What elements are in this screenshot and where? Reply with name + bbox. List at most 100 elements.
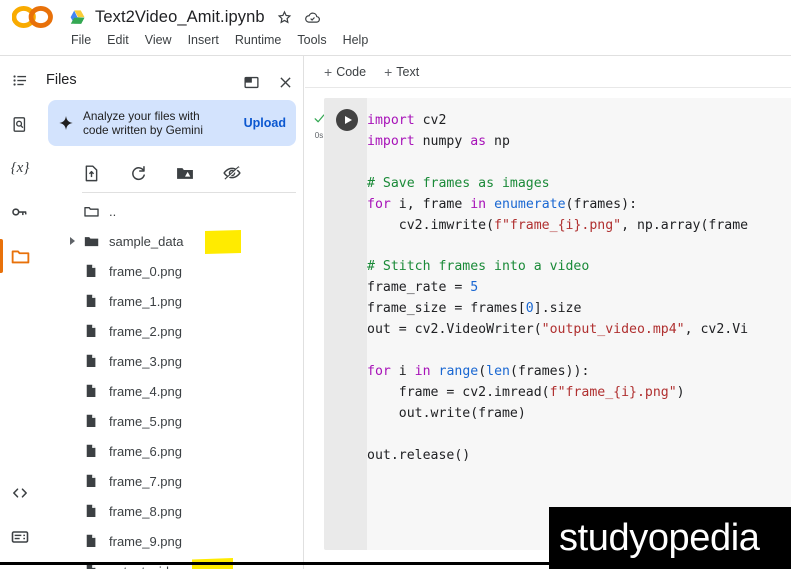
code-token: , cv2.Vi	[684, 322, 749, 338]
code-token: # Save frames as images	[367, 175, 550, 191]
code-token: for	[367, 363, 391, 379]
file-tree-item[interactable]: frame_9.png	[40, 526, 304, 556]
file-tree-item[interactable]: frame_1.png	[40, 286, 304, 316]
file-name-label: frame_4.png	[109, 383, 182, 399]
code-token: enumerate	[494, 196, 566, 212]
upload-link[interactable]: Upload	[244, 116, 286, 130]
gemini-analyze-banner[interactable]: Analyze your files with code written by …	[48, 100, 296, 146]
code-token: in	[414, 363, 431, 379]
file-tree-item[interactable]: frame_4.png	[40, 376, 304, 406]
open-in-new-window-icon[interactable]	[238, 69, 264, 95]
code-line: import numpy as np	[367, 132, 791, 153]
cell-gutter	[324, 98, 367, 550]
search-icon[interactable]	[0, 104, 40, 144]
gemini-banner-text: Analyze your files with code written by …	[83, 109, 238, 137]
files-header-actions	[238, 69, 298, 95]
code-token: , np.array(frame	[621, 217, 749, 233]
add-text-cell-button[interactable]: + Text	[378, 62, 425, 82]
file-tree: .. sample_data frame_0.png frame_1.pngframe…	[40, 196, 304, 569]
file-icon	[82, 532, 100, 550]
cloud-saved-icon[interactable]	[304, 9, 321, 26]
menu-help[interactable]: Help	[335, 30, 377, 50]
watermark-text: studyopedia	[559, 516, 760, 559]
hide-hidden-files-icon[interactable]	[221, 162, 243, 184]
run-cell-button[interactable]	[336, 109, 358, 131]
files-toolbar-divider	[82, 192, 296, 193]
file-tree-item[interactable]: frame_7.png	[40, 466, 304, 496]
mount-drive-icon[interactable]	[174, 162, 196, 184]
code-line: out.release()	[367, 446, 791, 467]
file-name-label: frame_2.png	[109, 323, 182, 339]
star-icon[interactable]	[276, 9, 293, 26]
notebook-title[interactable]: Text2Video_Amit.ipynb	[95, 8, 265, 27]
code-snippets-icon[interactable]	[0, 473, 40, 513]
code-token: cv2	[414, 113, 447, 128]
yellow-highlight-mark	[205, 230, 241, 254]
terminal-icon[interactable]	[0, 517, 40, 557]
file-icon	[82, 292, 100, 310]
file-icon	[82, 442, 100, 460]
plus-icon: +	[384, 63, 393, 80]
close-icon[interactable]	[272, 69, 298, 95]
file-tree-item[interactable]: frame_5.png	[40, 406, 304, 436]
folder-tree-item[interactable]: ..	[40, 196, 304, 226]
code-cell-wrapper: 0s import cv2 import numpy as np # Save f…	[314, 98, 791, 550]
file-tree-item[interactable]: frame_2.png	[40, 316, 304, 346]
title-row: Text2Video_Amit.ipynb	[11, 4, 321, 30]
sidebar-item-files[interactable]	[0, 236, 40, 276]
file-tree-item[interactable]: frame_3.png	[40, 346, 304, 376]
variables-icon[interactable]: {x}	[0, 148, 40, 188]
code-line: out.write(frame)	[367, 404, 791, 425]
folder-up-icon	[82, 202, 100, 220]
folder-tree-item[interactable]: sample_data	[40, 226, 304, 256]
colab-logo[interactable]	[11, 5, 54, 29]
refresh-icon[interactable]	[127, 162, 149, 184]
secrets-key-icon[interactable]	[0, 192, 40, 232]
code-token: "output_video.mp4"	[541, 322, 685, 338]
file-tree-item[interactable]: frame_6.png	[40, 436, 304, 466]
add-text-label: Text	[396, 64, 420, 79]
menu-insert[interactable]: Insert	[180, 30, 227, 50]
colab-window: Text2Video_Amit.ipynb File Edit View Ins…	[0, 0, 791, 569]
file-icon	[82, 502, 100, 520]
toc-icon[interactable]	[0, 60, 40, 100]
notebook-area: + Code + Text 0s import cv2 import numpy…	[305, 56, 791, 569]
code-token: out = cv2.VideoWriter(	[367, 322, 542, 338]
files-toolbar	[80, 156, 280, 190]
code-token: import	[367, 113, 415, 128]
file-tree-item[interactable]: frame_0.png	[40, 256, 304, 286]
code-token: frame = cv2.imread(	[367, 384, 550, 400]
code-token: for	[367, 196, 391, 212]
code-token: # Stitch frames into a video	[367, 259, 590, 275]
code-token: as	[470, 133, 487, 149]
file-icon	[82, 322, 100, 340]
code-token: numpy	[414, 133, 471, 149]
code-line: import cv2	[367, 111, 791, 132]
code-token: f"frame_{i}.png"	[494, 217, 622, 233]
code-line: # Stitch frames into a video	[367, 257, 791, 278]
file-tree-item[interactable]: frame_8.png	[40, 496, 304, 526]
menu-view[interactable]: View	[137, 30, 180, 50]
menu-edit[interactable]: Edit	[99, 30, 137, 50]
code-token: 5	[470, 280, 479, 296]
file-name-label: ..	[109, 203, 117, 219]
menu-file[interactable]: File	[63, 30, 99, 50]
code-token: cv2.imwrite(	[367, 217, 495, 233]
variables-label: {x}	[10, 159, 30, 176]
code-editor[interactable]: import cv2 import numpy as np # Save fram…	[367, 111, 791, 541]
code-token: ].size	[533, 301, 582, 317]
code-token: (frames)):	[509, 363, 590, 379]
menu-runtime[interactable]: Runtime	[227, 30, 290, 50]
files-panel-title: Files	[46, 72, 77, 88]
code-line: frame_rate = 5	[367, 278, 791, 299]
expand-arrow-icon[interactable]	[70, 237, 75, 245]
upload-file-icon[interactable]	[80, 162, 102, 184]
menu-tools[interactable]: Tools	[289, 30, 334, 50]
add-code-cell-button[interactable]: + Code	[318, 62, 372, 82]
code-token: in	[470, 196, 487, 212]
code-cell[interactable]: import cv2 import numpy as np # Save fram…	[324, 98, 791, 550]
